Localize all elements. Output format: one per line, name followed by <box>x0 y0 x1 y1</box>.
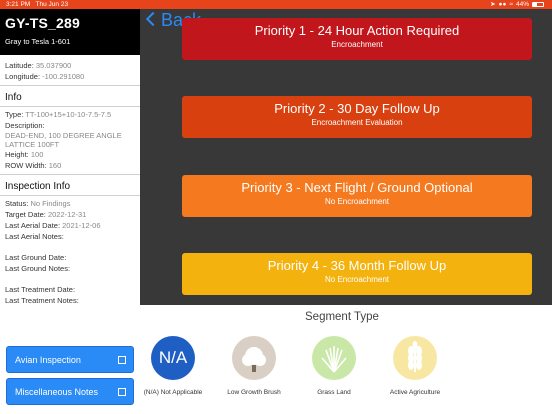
status-time-date: 3:21 PM Thu Jun 23 <box>6 0 68 9</box>
segment-option[interactable]: Active Agriculture <box>370 336 460 396</box>
divider <box>0 106 140 107</box>
last-aerial-date-row: Last Aerial Date: 2021-12-06 <box>5 221 101 230</box>
external-link-icon <box>118 356 126 364</box>
inspection-heading: Inspection Info <box>5 181 71 192</box>
na-icon-text: N/A <box>158 348 188 367</box>
sidebar: GY-TS_289 Gray to Tesla 1-601 Latitude: … <box>0 9 140 414</box>
priority-title: Priority 2 - 30 Day Follow Up <box>274 101 440 116</box>
avian-inspection-button[interactable]: Avian Inspection <box>6 346 134 373</box>
type-row: Type: TT-100+15+10-10-7.5-7.5 <box>5 110 112 119</box>
status-bar: 3:21 PM Thu Jun 23 ➤ ●● ≈ 44% <box>0 0 552 9</box>
priority-title: Priority 3 - Next Flight / Ground Option… <box>241 180 473 195</box>
segment-option[interactable]: Grass Land <box>289 336 379 396</box>
segment-option[interactable]: Low Growth Brush <box>209 336 299 396</box>
battery-percent: 44% <box>515 1 529 8</box>
segment-label: Grass Land <box>317 389 351 396</box>
divider <box>0 195 140 196</box>
wheat-icon[interactable] <box>393 336 437 380</box>
last-ground-date-row: Last Ground Date: <box>5 253 67 262</box>
height-row: Height: 100 <box>5 150 44 159</box>
wifi-icon: ≈ <box>509 1 513 8</box>
miscellaneous-notes-label: Miscellaneous Notes <box>15 387 99 397</box>
last-treatment-date-row: Last Treatment Date: <box>5 285 76 294</box>
structure-id: GY-TS_289 <box>5 15 80 31</box>
row-width-row: ROW Width: 160 <box>5 161 62 170</box>
grass-icon[interactable] <box>312 336 356 380</box>
description-label: Description: <box>5 121 45 130</box>
signal-icon: ●● <box>498 1 507 8</box>
priority-subtitle: Encroachment <box>331 40 383 49</box>
line-name: Gray to Tesla 1-601 <box>5 37 71 46</box>
divider <box>0 85 140 86</box>
priority-subtitle: No Encroachment <box>324 197 390 206</box>
priority-title: Priority 4 - 36 Month Follow Up <box>267 258 447 273</box>
segment-option[interactable]: N/A (N/A) Not Applicable <box>128 336 218 396</box>
last-aerial-notes-row: Last Aerial Notes: <box>5 232 64 241</box>
last-treatment-notes-row: Last Treatment Notes: <box>5 296 79 305</box>
priority-4-button[interactable]: Priority 4 - 36 Month Follow Up No Encroa… <box>182 253 532 295</box>
chevron-left-icon <box>145 11 161 27</box>
longitude-row: Longitude: -100.291080 <box>5 72 85 81</box>
na-icon[interactable]: N/A <box>151 336 195 380</box>
status-row: Status: No Findings <box>5 199 71 208</box>
avian-inspection-label: Avian Inspection <box>15 355 81 365</box>
battery-icon <box>532 2 544 7</box>
info-heading: Info <box>5 92 22 103</box>
status-time: 3:21 PM <box>6 1 31 8</box>
segment-label: (N/A) Not Applicable <box>143 389 203 396</box>
priority-1-button[interactable]: Priority 1 - 24 Hour Action Required Encr… <box>182 18 532 60</box>
brush-icon[interactable] <box>232 336 276 380</box>
target-date-row: Target Date: 2022-12-31 <box>5 210 87 219</box>
divider <box>0 174 140 175</box>
location-icon: ➤ <box>490 1 496 8</box>
description-value: DEAD-END, 100 DEGREE ANGLE LATTICE 100FT <box>5 131 122 149</box>
priority-2-button[interactable]: Priority 2 - 30 Day Follow Up Encroachmen… <box>182 96 532 138</box>
segment-type-title: Segment Type <box>305 311 379 323</box>
sidebar-header: GY-TS_289 Gray to Tesla 1-601 <box>0 9 140 55</box>
status-date: Thu Jun 23 <box>35 1 69 8</box>
priority-subtitle: No Encroachment <box>324 275 390 284</box>
status-right: ➤ ●● ≈ 44% <box>490 0 544 9</box>
segment-label: Low Growth Brush <box>227 389 281 396</box>
external-link-icon <box>118 388 126 396</box>
last-ground-notes-row: Last Ground Notes: <box>5 264 71 273</box>
segment-label: Active Agriculture <box>389 389 441 396</box>
priority-3-button[interactable]: Priority 3 - Next Flight / Ground Option… <box>182 175 532 217</box>
priority-subtitle: Encroachment Evaluation <box>311 118 403 127</box>
priority-title: Priority 1 - 24 Hour Action Required <box>254 23 460 38</box>
latitude-row: Latitude: 35.037900 <box>5 61 72 70</box>
miscellaneous-notes-button[interactable]: Miscellaneous Notes <box>6 378 134 405</box>
